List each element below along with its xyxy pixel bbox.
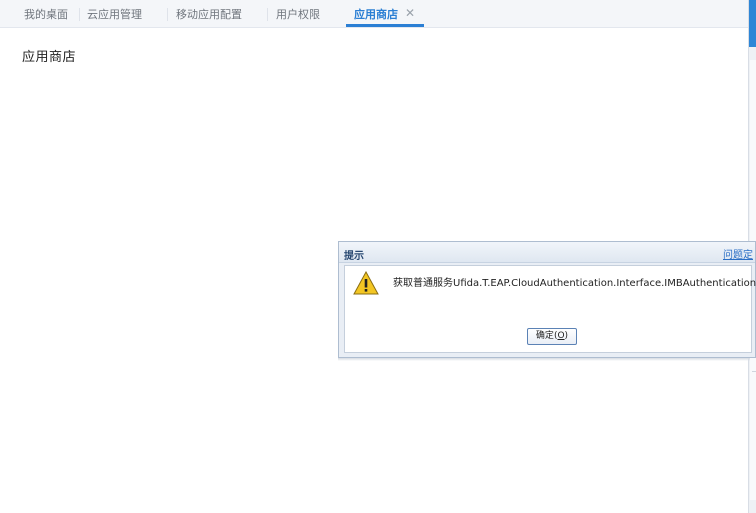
alert-dialog: 提示 问题定 获取普通服务Ufida.T.EAP.CloudAuthentica… xyxy=(338,241,756,358)
tab-mobile-app-config[interactable]: 移动应用配置 xyxy=(176,0,242,27)
tab-my-desktop[interactable]: 我的桌面 xyxy=(24,0,68,27)
tab-bar: 我的桌面 云应用管理 移动应用配置 用户权限 应用商店 ✕ xyxy=(0,0,748,28)
error-message: 获取普通服务Ufida.T.EAP.CloudAuthentication.In… xyxy=(393,278,756,289)
right-edge-accent xyxy=(749,0,756,47)
warning-icon xyxy=(353,271,379,295)
dialog-shadow xyxy=(338,358,750,361)
dialog-body: 获取普通服务Ufida.T.EAP.CloudAuthentication.In… xyxy=(344,265,756,353)
divider xyxy=(752,371,756,372)
tab-divider xyxy=(79,8,80,21)
page-title: 应用商店 xyxy=(22,50,77,65)
active-tab-indicator xyxy=(346,24,424,27)
tab-divider xyxy=(167,8,168,21)
problem-link[interactable]: 问题定 xyxy=(723,246,753,261)
tab-user-permissions[interactable]: 用户权限 xyxy=(276,0,320,27)
tab-divider xyxy=(267,8,268,21)
tab-cloud-app-management[interactable]: 云应用管理 xyxy=(87,0,142,27)
dialog-header[interactable]: 提示 问题定 xyxy=(339,242,755,263)
app-window: 我的桌面 云应用管理 移动应用配置 用户权限 应用商店 ✕ 应用商店 提示 问题… xyxy=(0,0,756,513)
ok-button[interactable]: 确定(O) xyxy=(527,328,577,345)
ok-button-label: 确定 xyxy=(535,331,554,341)
ok-button-paren-close: ) xyxy=(564,331,569,341)
ok-button-accesskey: O xyxy=(557,331,565,341)
dialog-title: 提示 xyxy=(344,251,364,262)
tab-app-store[interactable]: 应用商店 ✕ xyxy=(346,0,424,27)
